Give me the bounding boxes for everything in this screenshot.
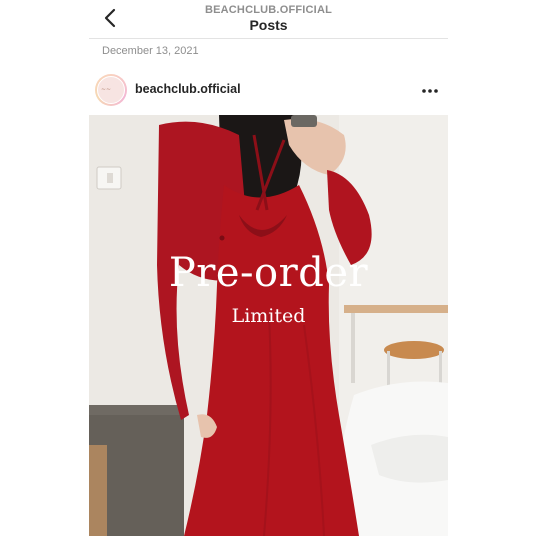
account-name-header: BEACHCLUB.OFFICIAL [204,4,333,16]
avatar-image: ~~ [97,76,125,104]
more-horizontal-icon [422,89,438,93]
more-options-button[interactable] [420,84,440,96]
avatar[interactable]: ~~ [95,74,127,106]
username-link[interactable]: beachclub.official [135,82,241,96]
avatar-logo: ~~ [101,86,112,93]
overlay-headline: Pre-order [168,250,369,296]
overlay-subheadline: Limited [231,305,306,327]
post-date: December 13, 2021 [102,45,199,57]
top-bar: BEACHCLUB.OFFICIAL Posts [89,0,448,39]
instagram-post-screen: BEACHCLUB.OFFICIAL Posts December 13, 20… [89,0,448,536]
page-title: Posts [249,17,288,33]
post-header: ~~ beachclub.official [89,72,448,110]
post-image[interactable]: Pre-order Limited [89,115,448,536]
